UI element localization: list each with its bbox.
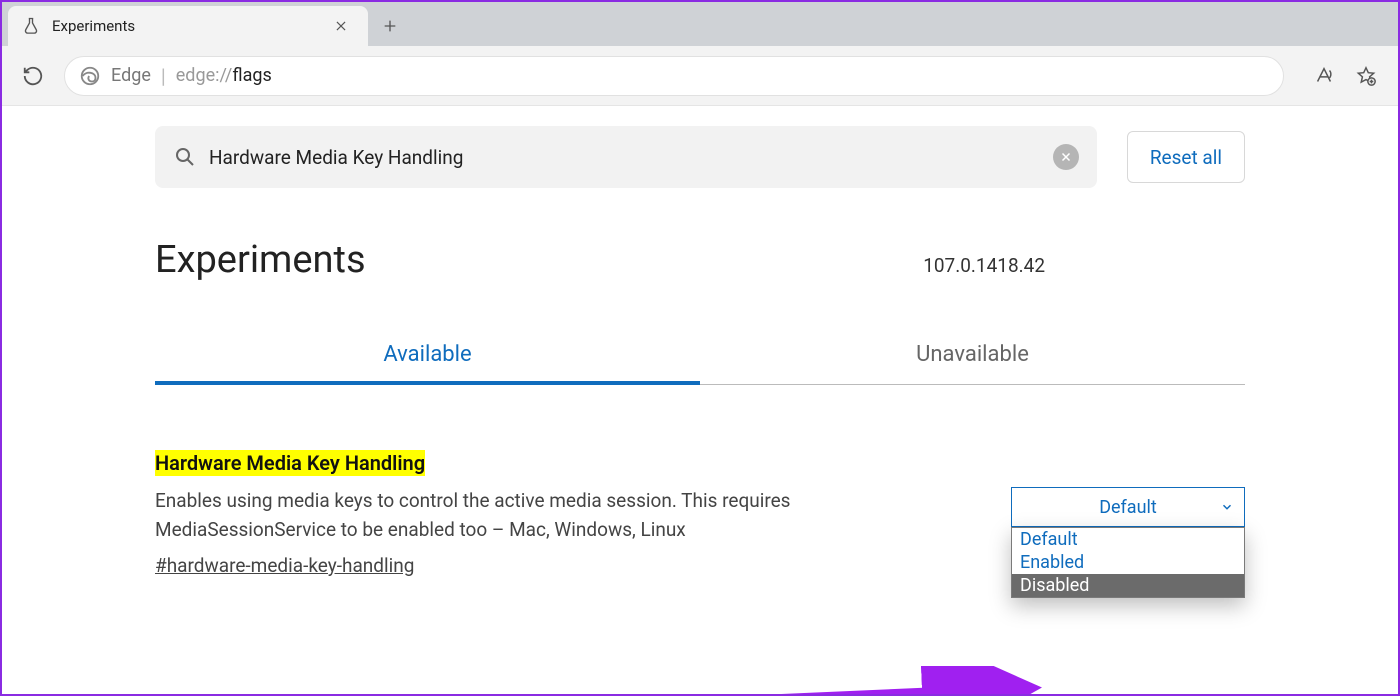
browser-toolbar: Edge | edge://flags bbox=[2, 46, 1398, 106]
flag-title: Hardware Media Key Handling bbox=[155, 450, 425, 476]
search-icon bbox=[173, 145, 197, 169]
browser-tab[interactable]: Experiments bbox=[8, 6, 368, 46]
favorites-icon[interactable] bbox=[1352, 62, 1380, 90]
annotation-arrow bbox=[622, 666, 1062, 694]
edge-logo-icon bbox=[79, 65, 101, 87]
tab-title: Experiments bbox=[52, 17, 316, 35]
omnibox-engine-label: Edge bbox=[111, 65, 151, 86]
reload-button[interactable] bbox=[20, 63, 46, 89]
flag-id-link[interactable]: #hardware-media-key-handling bbox=[155, 554, 414, 577]
dropdown-selected[interactable]: Default bbox=[1011, 487, 1245, 527]
tab-unavailable[interactable]: Unavailable bbox=[700, 328, 1245, 384]
tab-bar: Available Unavailable bbox=[155, 328, 1245, 385]
flag-row: Hardware Media Key Handling Enables usin… bbox=[155, 451, 1245, 577]
version-text: 107.0.1418.42 bbox=[923, 254, 1045, 277]
dropdown-selected-label: Default bbox=[1099, 497, 1157, 518]
page-title: Experiments bbox=[155, 238, 366, 282]
dropdown-list: DefaultEnabledDisabled bbox=[1011, 527, 1245, 598]
dropdown-option-enabled[interactable]: Enabled bbox=[1012, 551, 1244, 574]
tab-strip: Experiments bbox=[2, 2, 1398, 46]
new-tab-button[interactable] bbox=[377, 13, 403, 39]
read-aloud-icon[interactable] bbox=[1310, 62, 1338, 90]
search-input[interactable] bbox=[209, 146, 1041, 169]
close-tab-icon[interactable] bbox=[328, 13, 354, 39]
flask-icon bbox=[22, 17, 40, 35]
chevron-down-icon bbox=[1220, 500, 1234, 514]
dropdown-option-default[interactable]: Default bbox=[1012, 528, 1244, 551]
flag-dropdown[interactable]: Default DefaultEnabledDisabled bbox=[1011, 487, 1245, 527]
tab-available[interactable]: Available bbox=[155, 328, 700, 385]
page-content: Reset all Experiments 107.0.1418.42 Avai… bbox=[2, 106, 1398, 694]
search-box[interactable] bbox=[155, 126, 1097, 188]
flag-description: Enables using media keys to control the … bbox=[155, 487, 855, 544]
dropdown-option-disabled[interactable]: Disabled bbox=[1012, 574, 1244, 597]
omnibox-separator: | bbox=[161, 64, 166, 88]
address-bar[interactable]: Edge | edge://flags bbox=[64, 56, 1284, 96]
reset-all-button[interactable]: Reset all bbox=[1127, 131, 1245, 183]
clear-search-icon[interactable] bbox=[1053, 144, 1079, 170]
omnibox-url: edge://flags bbox=[176, 65, 272, 86]
